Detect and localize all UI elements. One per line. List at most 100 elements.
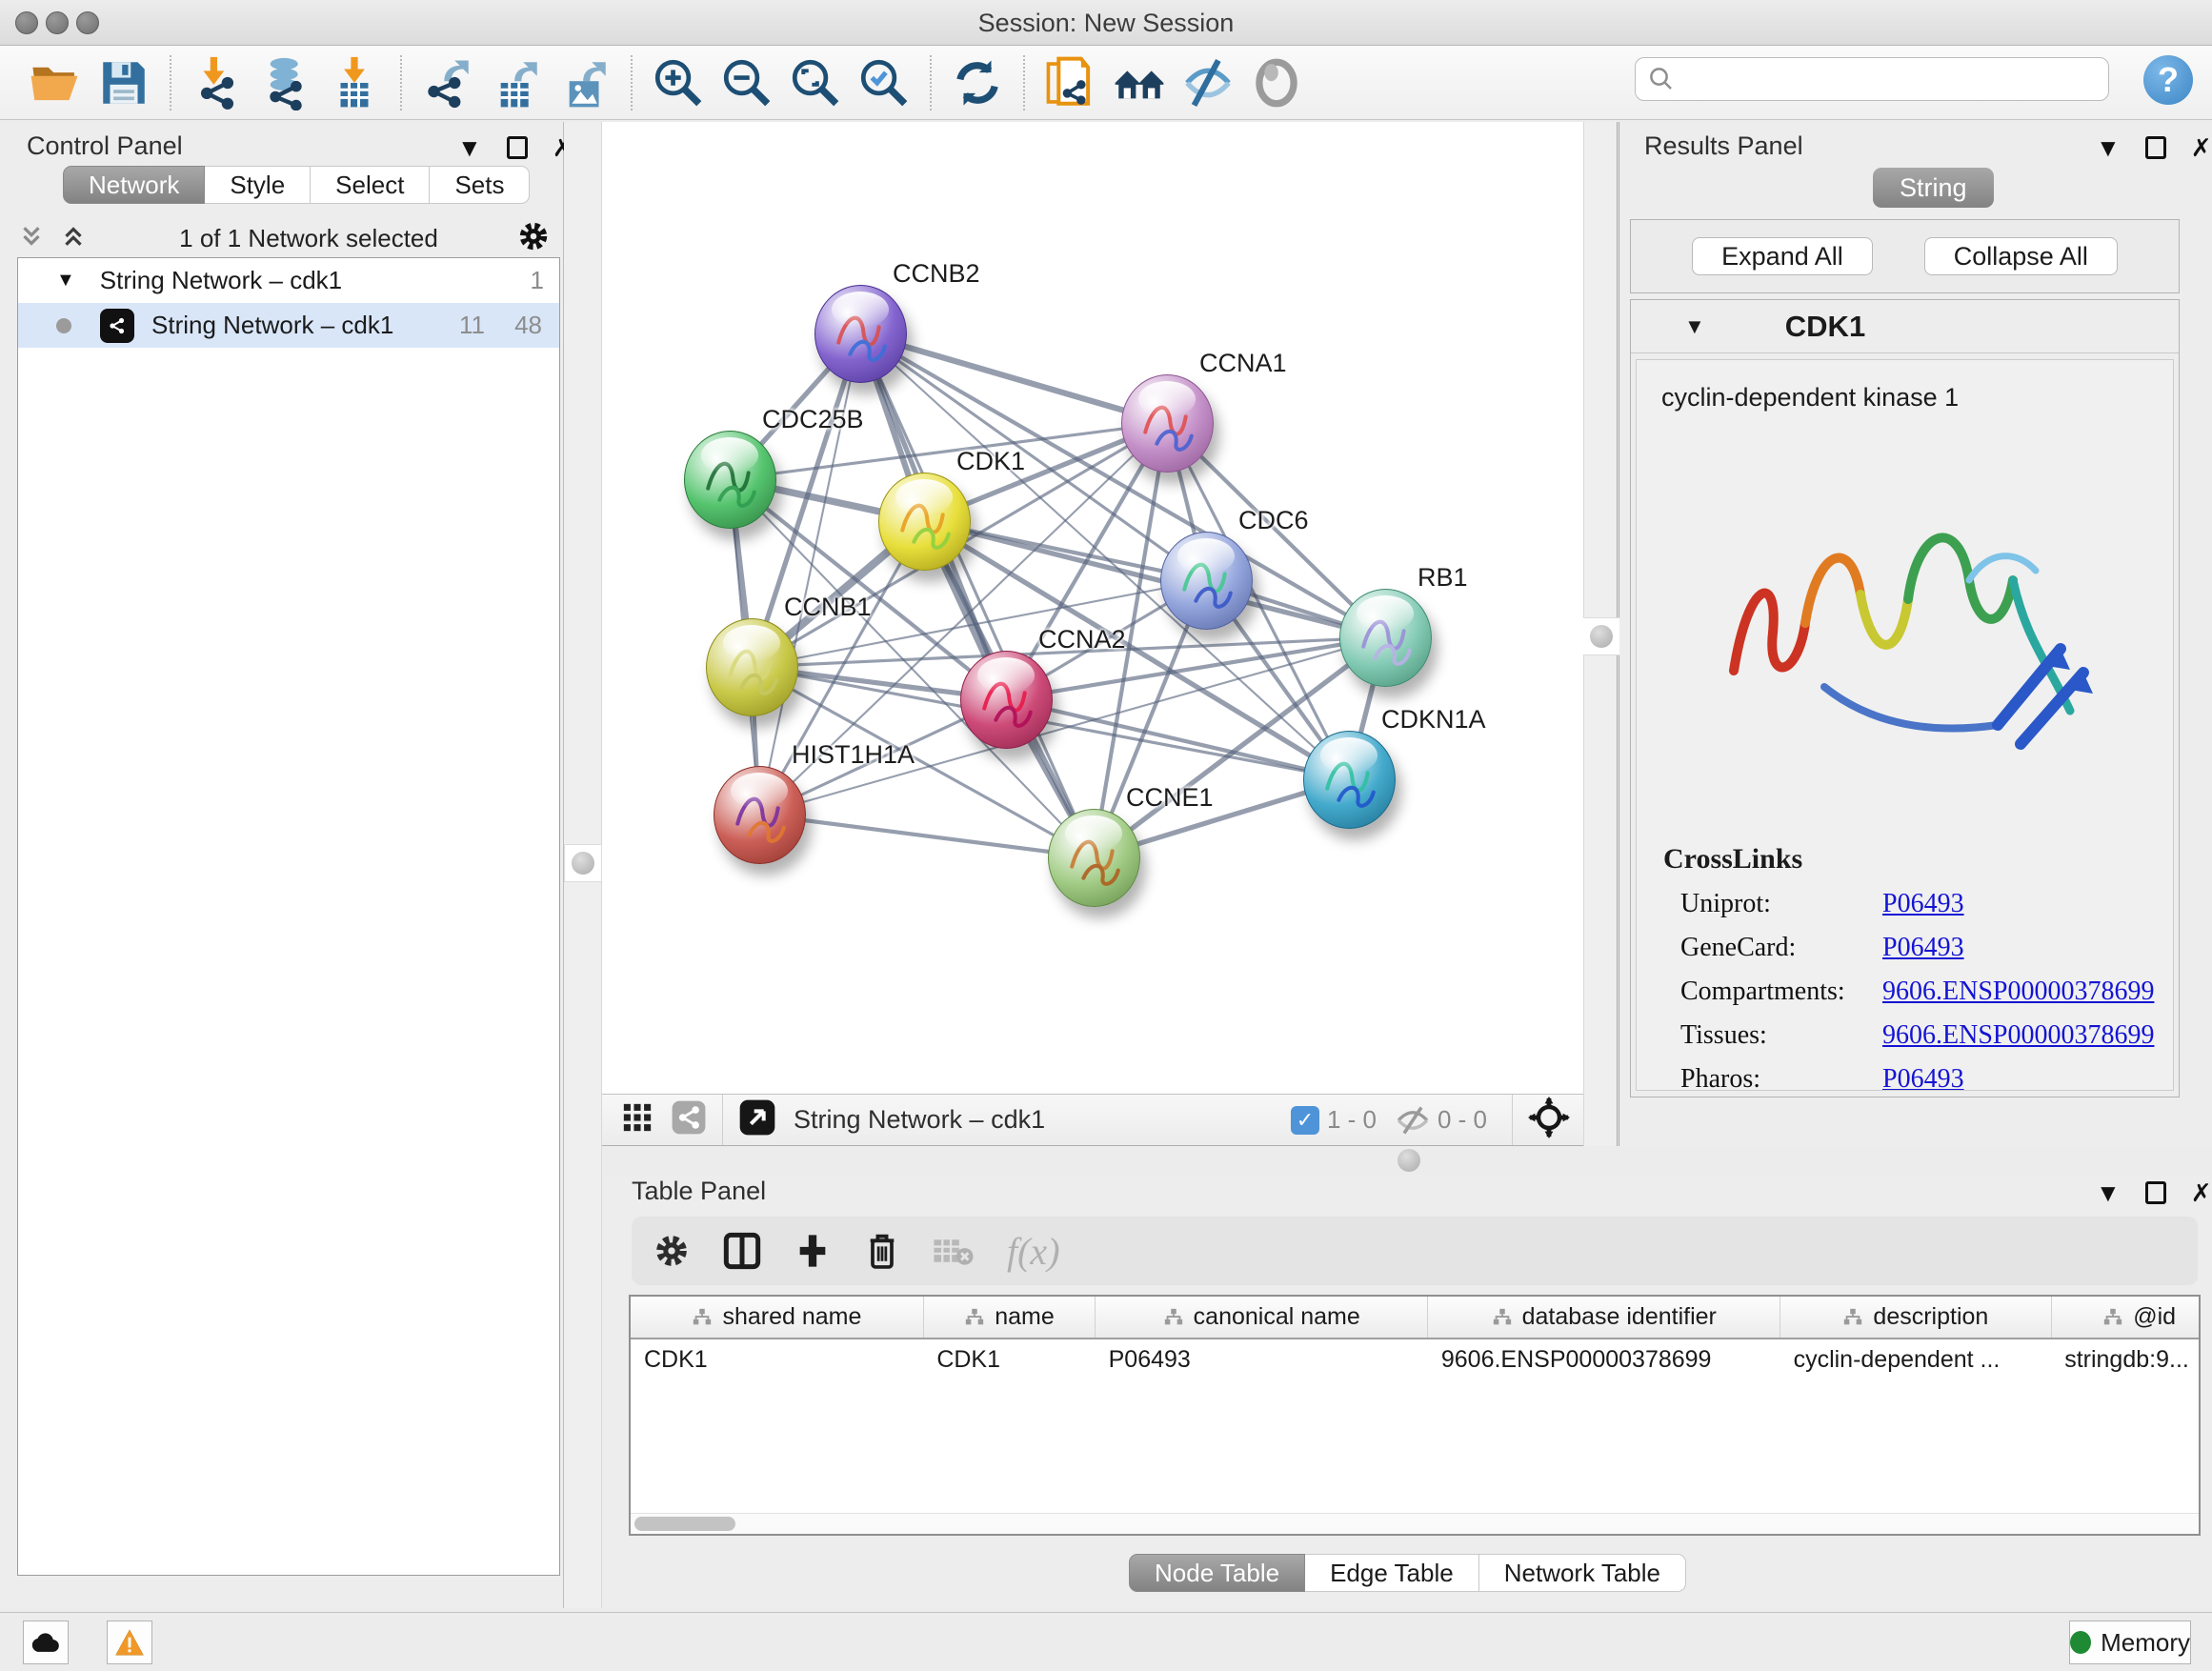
left-splitter[interactable] <box>564 122 602 1608</box>
tab-style[interactable]: Style <box>205 166 311 204</box>
table-cell[interactable]: stringdb:9... <box>2051 1339 2201 1380</box>
export-network-icon[interactable] <box>420 55 475 111</box>
export-image-icon[interactable] <box>557 55 613 111</box>
tab-network-table[interactable]: Network Table <box>1479 1554 1686 1592</box>
collection-disclosure-icon[interactable]: ▼ <box>56 270 75 292</box>
column-header-shared-name[interactable]: shared name <box>631 1297 923 1339</box>
string-sphere-icon[interactable] <box>1249 55 1304 111</box>
cloud-button[interactable] <box>23 1621 69 1664</box>
panel-menu-icon[interactable]: ▼ <box>457 135 482 160</box>
table-cell[interactable]: 9606.ENSP00000378699 <box>1428 1339 1780 1380</box>
graph-node-CDC25B[interactable] <box>684 431 776 529</box>
graph-node-CCNB2[interactable] <box>814 285 907 383</box>
column-header-database-identifier[interactable]: database identifier <box>1428 1297 1780 1339</box>
zoom-in-icon[interactable] <box>651 55 706 111</box>
column-header-canonical-name[interactable]: canonical name <box>1096 1297 1428 1339</box>
tab-network[interactable]: Network <box>63 166 205 204</box>
network-edge[interactable] <box>759 815 1094 857</box>
tab-select[interactable]: Select <box>311 166 430 204</box>
show-grid-icon[interactable] <box>621 1101 654 1138</box>
import-network-database-icon[interactable] <box>258 55 313 111</box>
show-columns-icon[interactable] <box>723 1232 761 1270</box>
function-builder-icon[interactable]: f(x) <box>1007 1229 1060 1274</box>
save-session-icon[interactable] <box>96 55 151 111</box>
panel-float-icon[interactable] <box>507 136 528 159</box>
panel-close-icon[interactable]: ✗ <box>2191 135 2212 160</box>
node-table-container[interactable]: shared namenamecanonical namedatabase id… <box>629 1295 2201 1536</box>
warning-button[interactable] <box>107 1621 152 1664</box>
zoom-selected-icon[interactable] <box>856 55 912 111</box>
graph-node-CCNE1[interactable] <box>1048 809 1140 907</box>
table-cell[interactable]: CDK1 <box>631 1339 923 1380</box>
column-header-name[interactable]: name <box>923 1297 1095 1339</box>
graph-node-CDC6[interactable] <box>1160 532 1253 630</box>
graph-node-CCNA1[interactable] <box>1121 374 1214 473</box>
panel-float-icon[interactable] <box>2145 136 2166 159</box>
memory-button[interactable]: Memory <box>2069 1621 2191 1664</box>
zoom-fit-icon[interactable] <box>788 55 843 111</box>
search-input[interactable] <box>1683 66 2093 93</box>
column-header--id[interactable]: @id <box>2051 1297 2201 1339</box>
table-hscrollbar[interactable] <box>631 1513 2199 1534</box>
table-hscrollbar-thumb[interactable] <box>634 1517 735 1531</box>
network-canvas[interactable]: CCNB2 CCNA1 CDC25B CDK1 CDC6 <box>602 122 1583 1094</box>
tab-edge-table[interactable]: Edge Table <box>1305 1554 1479 1592</box>
delete-column-trash-icon[interactable] <box>864 1232 900 1270</box>
table-cell[interactable]: CDK1 <box>923 1339 1095 1380</box>
table-settings-gear-icon[interactable] <box>653 1232 691 1270</box>
crosslink-link[interactable]: P06493 <box>1882 889 1964 918</box>
crosslink-link[interactable]: 9606.ENSP00000378699 <box>1882 1020 2154 1050</box>
graph-node-CCNB1[interactable] <box>706 618 798 716</box>
crosslink-link[interactable]: P06493 <box>1882 1064 1964 1091</box>
table-row[interactable]: CDK1CDK1P064939606.ENSP00000378699cyclin… <box>631 1339 2201 1380</box>
crosslink-link[interactable]: 9606.ENSP00000378699 <box>1882 976 2154 1006</box>
panel-menu-icon[interactable]: ▼ <box>2096 1180 2121 1205</box>
import-table-file-icon[interactable] <box>327 55 382 111</box>
help-icon[interactable]: ? <box>2143 55 2193 105</box>
add-column-icon[interactable] <box>794 1232 832 1270</box>
tab-node-table[interactable]: Node Table <box>1129 1554 1305 1592</box>
network-edge[interactable] <box>860 333 1094 857</box>
zoom-out-icon[interactable] <box>719 55 774 111</box>
open-session-icon[interactable] <box>28 55 83 111</box>
left-splitter-handle[interactable] <box>564 844 602 882</box>
refresh-view-icon[interactable] <box>950 55 1005 111</box>
panel-float-icon[interactable] <box>2145 1181 2166 1204</box>
collapse-all-icon[interactable] <box>17 222 46 255</box>
right-splitter[interactable] <box>1583 122 1619 1146</box>
horizontal-splitter[interactable] <box>602 1146 2212 1175</box>
graph-node-HIST1H1A[interactable] <box>714 766 806 864</box>
import-network-file-icon[interactable] <box>190 55 245 111</box>
panel-close-icon[interactable]: ✗ <box>2191 1180 2212 1205</box>
network-edge[interactable] <box>1006 699 1349 779</box>
right-splitter-handle[interactable] <box>1582 617 1620 655</box>
results-entry-header[interactable]: ▼ CDK1 <box>1631 300 2179 353</box>
toolbar-search-field[interactable] <box>1635 57 2109 101</box>
tab-sets[interactable]: Sets <box>430 166 530 204</box>
graph-node-CDK1[interactable] <box>878 473 971 571</box>
graph-node-CDKN1A[interactable] <box>1303 731 1396 829</box>
table-cell[interactable]: cyclin-dependent ... <box>1780 1339 2052 1380</box>
birds-eye-view-icon[interactable] <box>738 1098 776 1141</box>
network-options-gear-icon[interactable] <box>516 219 551 258</box>
panel-menu-icon[interactable]: ▼ <box>2096 135 2121 160</box>
fit-selected-crosshair-icon[interactable] <box>1528 1097 1570 1143</box>
horizontal-splitter-handle[interactable] <box>1391 1142 1427 1178</box>
network-collection-row[interactable]: ▼ String Network – cdk1 1 <box>18 258 559 303</box>
tab-string[interactable]: String <box>1873 168 1994 208</box>
expand-all-icon[interactable] <box>59 222 88 255</box>
entry-disclosure-icon[interactable]: ▼ <box>1684 314 1705 339</box>
network-share-icon[interactable] <box>671 1099 707 1140</box>
network-row-selected[interactable]: String Network – cdk1 11 48 <box>18 303 559 348</box>
string-home-icon[interactable] <box>1112 55 1167 111</box>
selected-checkbox-icon[interactable]: ✓ <box>1291 1106 1319 1135</box>
graph-node-RB1[interactable] <box>1339 589 1432 687</box>
crosslink-link[interactable]: P06493 <box>1882 933 1964 962</box>
expand-all-button[interactable]: Expand All <box>1692 237 1873 275</box>
table-cell[interactable]: P06493 <box>1096 1339 1428 1380</box>
export-table-icon[interactable] <box>489 55 544 111</box>
column-header-description[interactable]: description <box>1780 1297 2052 1339</box>
string-glass-toggle-icon[interactable] <box>1180 55 1236 111</box>
graph-node-CCNA2[interactable] <box>960 651 1053 749</box>
string-import-icon[interactable] <box>1043 55 1098 111</box>
